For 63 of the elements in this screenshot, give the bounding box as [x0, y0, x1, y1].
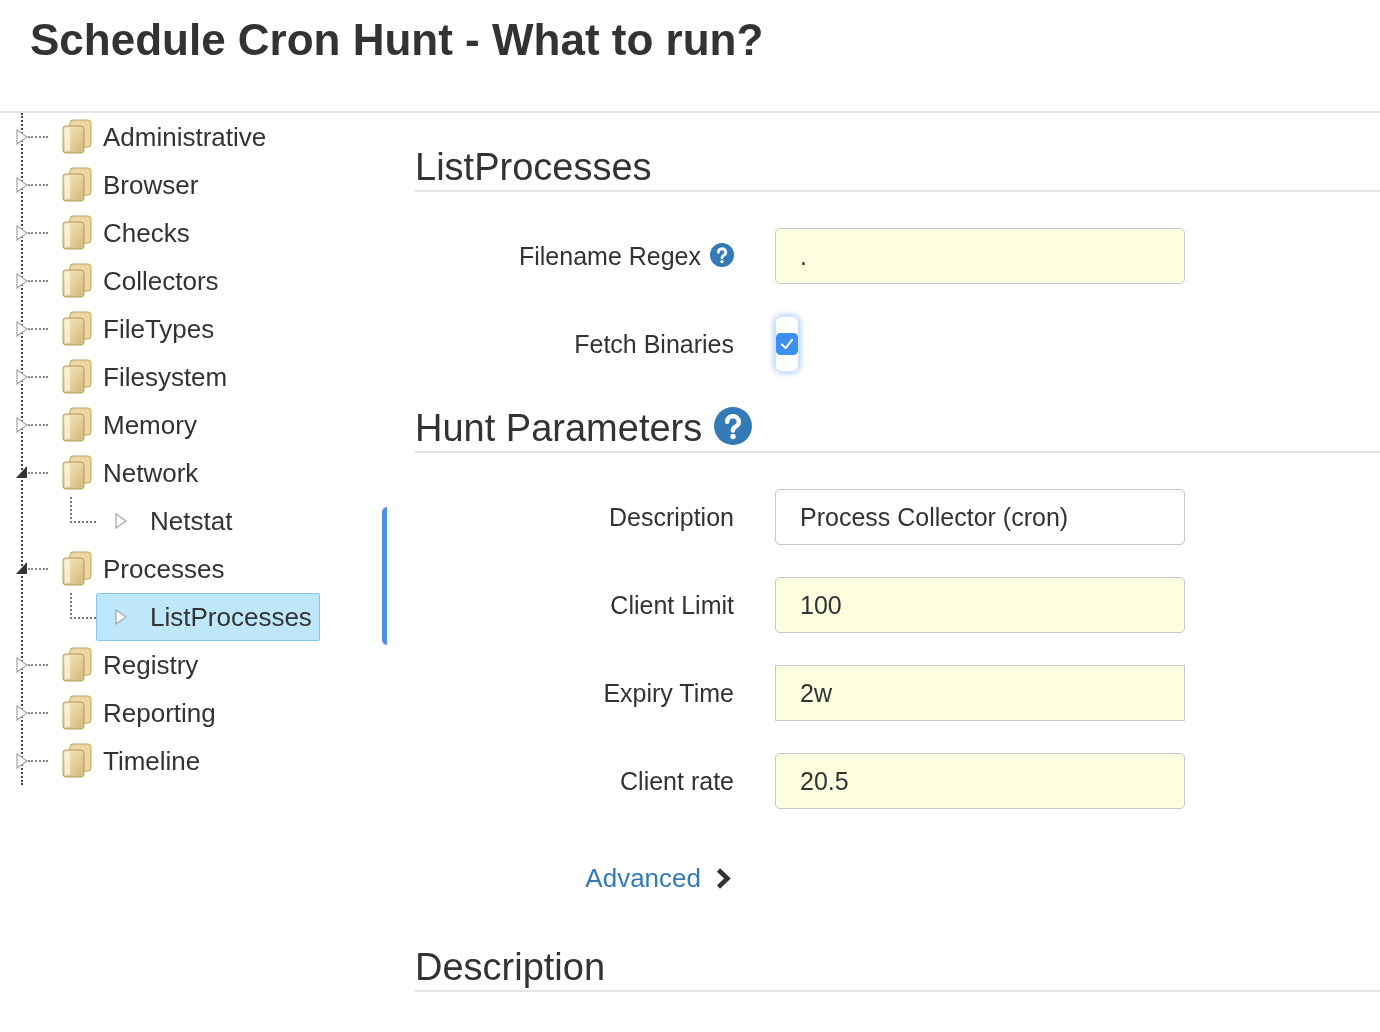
tree-item[interactable]: Timeline — [56, 737, 209, 785]
advanced-link[interactable]: Advanced — [585, 863, 701, 893]
field-label: Filename Regex — [518, 241, 701, 271]
tree-item[interactable]: Memory — [56, 401, 205, 449]
checkbox[interactable] — [775, 316, 799, 372]
folder-icon — [61, 215, 93, 251]
tree-item[interactable]: Collectors — [56, 257, 227, 305]
folder-icon — [61, 263, 93, 299]
tree-item[interactable]: Processes — [56, 545, 233, 593]
tree-item[interactable]: FileTypes — [56, 305, 223, 353]
tree-line — [70, 497, 96, 523]
caret-right-icon[interactable] — [16, 225, 28, 241]
caret-right-icon[interactable] — [16, 657, 28, 673]
tree-item[interactable]: Browser — [56, 161, 207, 209]
caret-down-icon[interactable] — [16, 465, 28, 481]
resize-handle[interactable] — [382, 507, 387, 645]
caret-right-icon[interactable] — [16, 417, 28, 433]
folder-icon — [61, 407, 93, 443]
caret-right-icon[interactable] — [16, 369, 28, 385]
caret-right-icon[interactable] — [16, 753, 28, 769]
tree-item[interactable]: Reporting — [56, 689, 224, 737]
tree-item[interactable]: Filesystem — [56, 353, 236, 401]
folder-icon — [61, 359, 93, 395]
field-label: Description — [608, 502, 734, 532]
section-heading: ListProcesses — [415, 146, 652, 188]
caret-down-icon[interactable] — [16, 561, 28, 577]
tree-item[interactable]: Network — [56, 449, 207, 497]
caret-right-icon[interactable] — [16, 177, 28, 193]
text-field[interactable]: 20.5 — [775, 753, 1185, 809]
caret-right-icon[interactable] — [16, 273, 28, 289]
tree-item[interactable]: Netstat — [96, 497, 241, 545]
triangle-icon — [115, 513, 127, 529]
caret-right-icon[interactable] — [16, 129, 28, 145]
help-icon[interactable] — [714, 407, 753, 445]
page-title: Schedule Cron Hunt - What to run? — [30, 14, 764, 66]
text-field[interactable]: . — [775, 228, 1185, 284]
folder-icon — [61, 647, 93, 683]
caret-right-icon[interactable] — [16, 705, 28, 721]
text-field[interactable]: 100 — [775, 577, 1185, 633]
folder-icon — [61, 311, 93, 347]
tree-item[interactable]: Registry — [56, 641, 207, 689]
folder-icon — [61, 455, 93, 491]
field-label: Client rate — [620, 766, 734, 796]
caret-right-icon[interactable] — [16, 321, 28, 337]
folder-icon — [61, 551, 93, 587]
folder-icon — [61, 167, 93, 203]
tree-item[interactable]: ListProcesses — [96, 593, 320, 641]
folder-icon — [61, 695, 93, 731]
checkmark-icon — [776, 332, 798, 356]
tree-item[interactable]: Administrative — [56, 113, 275, 161]
text-field[interactable]: 2w — [775, 665, 1185, 721]
folder-icon — [61, 119, 93, 155]
help-icon[interactable] — [710, 243, 734, 267]
text-field[interactable]: Process Collector (cron) — [775, 489, 1185, 545]
field-label: Client Limit — [610, 590, 734, 620]
section-heading: Hunt Parameters — [415, 407, 703, 449]
tree-item[interactable]: Checks — [56, 209, 198, 257]
folder-icon — [61, 743, 93, 779]
section-heading: Description — [415, 946, 606, 988]
field-label: Fetch Binaries — [574, 329, 734, 359]
chevron-right-icon[interactable] — [715, 866, 732, 890]
field-label: Expiry Time — [603, 678, 734, 708]
triangle-icon — [115, 609, 127, 625]
